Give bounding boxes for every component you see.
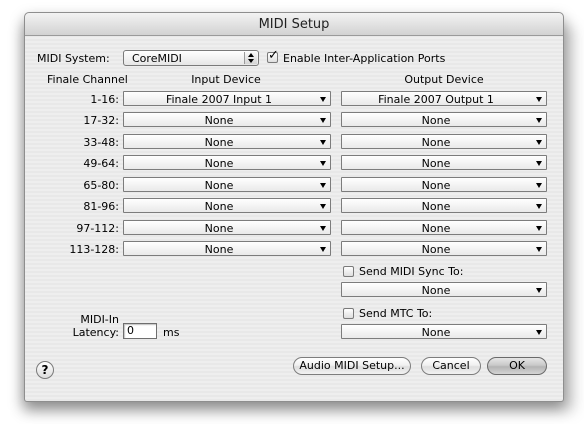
- ok-button[interactable]: OK: [487, 357, 547, 375]
- dropdown-arrow-icon: [536, 161, 542, 166]
- dropdown-arrow-icon: [536, 140, 542, 145]
- input-device-value: Finale 2007 Input 1: [165, 93, 273, 106]
- output-device-value: None: [421, 114, 451, 127]
- send-mtc-checkbox[interactable]: [343, 308, 354, 319]
- output-device-select[interactable]: None: [341, 220, 547, 235]
- input-device-select[interactable]: None: [123, 155, 331, 170]
- output-device-value: Finale 2007 Output 1: [378, 93, 494, 106]
- dropdown-arrow-icon: [536, 288, 542, 293]
- dropdown-arrow-icon: [320, 204, 326, 209]
- send-mtc-label: Send MTC To:: [359, 307, 433, 320]
- inter-app-checkbox[interactable]: ✓: [267, 48, 279, 63]
- dropdown-arrow-icon: [320, 183, 326, 188]
- dropdown-arrow-icon: [320, 140, 326, 145]
- input-device-header: Input Device: [191, 73, 261, 86]
- channel-label: 17-32:: [83, 114, 119, 127]
- channel-label: 81-96:: [83, 200, 119, 213]
- window-title: MIDI Setup: [258, 17, 330, 32]
- finale-channel-header: Finale Channel: [47, 73, 128, 86]
- output-device-select[interactable]: None: [341, 177, 547, 192]
- latency-label-line2: Latency:: [72, 326, 119, 339]
- latency-unit: ms: [163, 326, 180, 339]
- dropdown-arrow-icon: [320, 226, 326, 231]
- input-device-select[interactable]: None: [123, 177, 331, 192]
- output-device-select[interactable]: None: [341, 134, 547, 149]
- dropdown-arrow-icon: [320, 161, 326, 166]
- output-device-header: Output Device: [404, 73, 484, 86]
- output-device-select[interactable]: None: [341, 155, 547, 170]
- input-device-value: None: [204, 179, 234, 192]
- dropdown-arrow-icon: [536, 247, 542, 252]
- dropdown-arrow-icon: [536, 204, 542, 209]
- output-device-value: None: [421, 179, 451, 192]
- output-device-value: None: [421, 157, 451, 170]
- output-device-select[interactable]: None: [341, 198, 547, 213]
- midi-system-select[interactable]: CoreMIDI: [123, 50, 259, 66]
- channel-label: 113-128:: [69, 243, 119, 256]
- input-device-select[interactable]: None: [123, 241, 331, 256]
- midi-system-value: CoreMIDI: [132, 52, 182, 65]
- dropdown-arrow-icon: [536, 118, 542, 123]
- output-device-select[interactable]: None: [341, 241, 547, 256]
- input-device-value: None: [204, 136, 234, 149]
- input-device-select[interactable]: Finale 2007 Input 1: [123, 91, 331, 106]
- channel-label: 97-112:: [76, 222, 119, 235]
- output-device-select[interactable]: Finale 2007 Output 1: [341, 91, 547, 106]
- help-button[interactable]: ?: [36, 361, 54, 379]
- input-device-value: None: [204, 200, 234, 213]
- mtc-value: None: [421, 326, 451, 339]
- title-bar[interactable]: MIDI Setup: [25, 13, 563, 36]
- up-down-arrows-icon: [244, 52, 257, 64]
- dropdown-arrow-icon: [536, 226, 542, 231]
- channel-label: 33-48:: [83, 136, 119, 149]
- channel-label: 1-16:: [90, 93, 119, 106]
- dropdown-arrow-icon: [536, 183, 542, 188]
- send-midi-sync-checkbox[interactable]: [343, 266, 354, 277]
- output-device-value: None: [421, 200, 451, 213]
- dropdown-arrow-icon: [320, 97, 326, 102]
- midi-system-label: MIDI System:: [37, 52, 110, 65]
- input-device-select[interactable]: None: [123, 112, 331, 127]
- latency-input[interactable]: 0: [123, 323, 157, 339]
- inter-app-label: Enable Inter-Application Ports: [283, 52, 446, 65]
- midi-sync-select[interactable]: None: [341, 282, 547, 297]
- dropdown-arrow-icon: [320, 118, 326, 123]
- input-device-value: None: [204, 243, 234, 256]
- dropdown-arrow-icon: [536, 330, 542, 335]
- output-device-select[interactable]: None: [341, 112, 547, 127]
- output-device-value: None: [421, 243, 451, 256]
- latency-label-line1: MIDI-In: [80, 313, 119, 326]
- channel-label: 65-80:: [83, 179, 119, 192]
- dropdown-arrow-icon: [320, 247, 326, 252]
- input-device-select[interactable]: None: [123, 198, 331, 213]
- input-device-select[interactable]: None: [123, 220, 331, 235]
- mtc-select[interactable]: None: [341, 324, 547, 339]
- dropdown-arrow-icon: [536, 97, 542, 102]
- output-device-value: None: [421, 222, 451, 235]
- input-device-value: None: [204, 157, 234, 170]
- send-midi-sync-label: Send MIDI Sync To:: [359, 265, 464, 278]
- cancel-button[interactable]: Cancel: [421, 357, 481, 375]
- checkmark-icon: ✓: [268, 48, 279, 63]
- midi-setup-dialog: MIDI Setup MIDI System: CoreMIDI ✓ Enabl…: [24, 12, 564, 402]
- input-device-value: None: [204, 114, 234, 127]
- audio-midi-setup-button[interactable]: Audio MIDI Setup...: [293, 357, 411, 375]
- output-device-value: None: [421, 136, 451, 149]
- midi-sync-value: None: [421, 284, 451, 297]
- channel-label: 49-64:: [83, 157, 119, 170]
- input-device-value: None: [204, 222, 234, 235]
- input-device-select[interactable]: None: [123, 134, 331, 149]
